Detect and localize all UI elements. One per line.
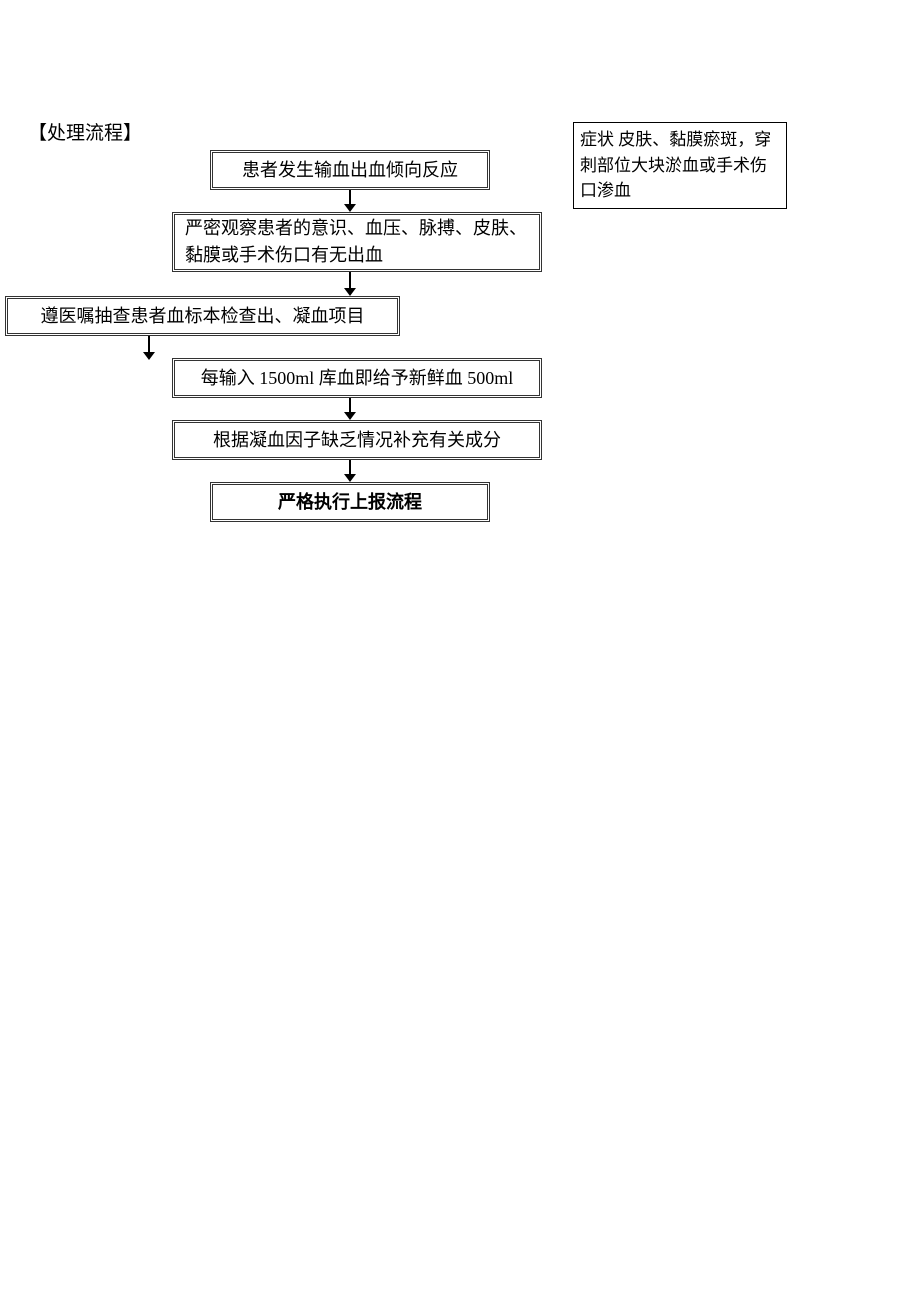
flowchart-node-report: 严格执行上报流程	[210, 482, 490, 522]
arrow-head-icon	[143, 352, 155, 360]
flowchart-node-test: 遵医嘱抽查患者血标本检查出、凝血项目	[5, 296, 400, 336]
section-title: 【处理流程】	[28, 118, 142, 145]
arrow-head-icon	[344, 204, 356, 212]
flowchart-node-start: 患者发生输血出血倾向反应	[210, 150, 490, 190]
flowchart-node-observe: 严密观察患者的意识、血压、脉搏、皮肤、黏膜或手术伤口有无出血	[172, 212, 542, 272]
arrow-head-icon	[344, 474, 356, 482]
arrow-head-icon	[344, 412, 356, 420]
node-text: 患者发生输血出血倾向反应	[242, 157, 458, 184]
node-text: 严密观察患者的意识、血压、脉搏、皮肤、黏膜或手术伤口有无出血	[185, 215, 529, 269]
arrow-head-icon	[344, 288, 356, 296]
flowchart-node-supplement: 根据凝血因子缺乏情况补充有关成分	[172, 420, 542, 460]
flowchart-node-transfuse: 每输入 1500ml 库血即给予新鲜血 500ml	[172, 358, 542, 398]
annotation-symptoms: 症状 皮肤、黏膜瘀斑，穿刺部位大块淤血或手术伤口渗血	[573, 122, 787, 209]
node-text: 每输入 1500ml 库血即给予新鲜血 500ml	[201, 365, 514, 392]
annotation-text: 症状 皮肤、黏膜瘀斑，穿刺部位大块淤血或手术伤口渗血	[580, 130, 771, 200]
node-text: 根据凝血因子缺乏情况补充有关成分	[213, 427, 501, 454]
node-text: 遵医嘱抽查患者血标本检查出、凝血项目	[41, 303, 365, 330]
node-text: 严格执行上报流程	[278, 489, 422, 516]
